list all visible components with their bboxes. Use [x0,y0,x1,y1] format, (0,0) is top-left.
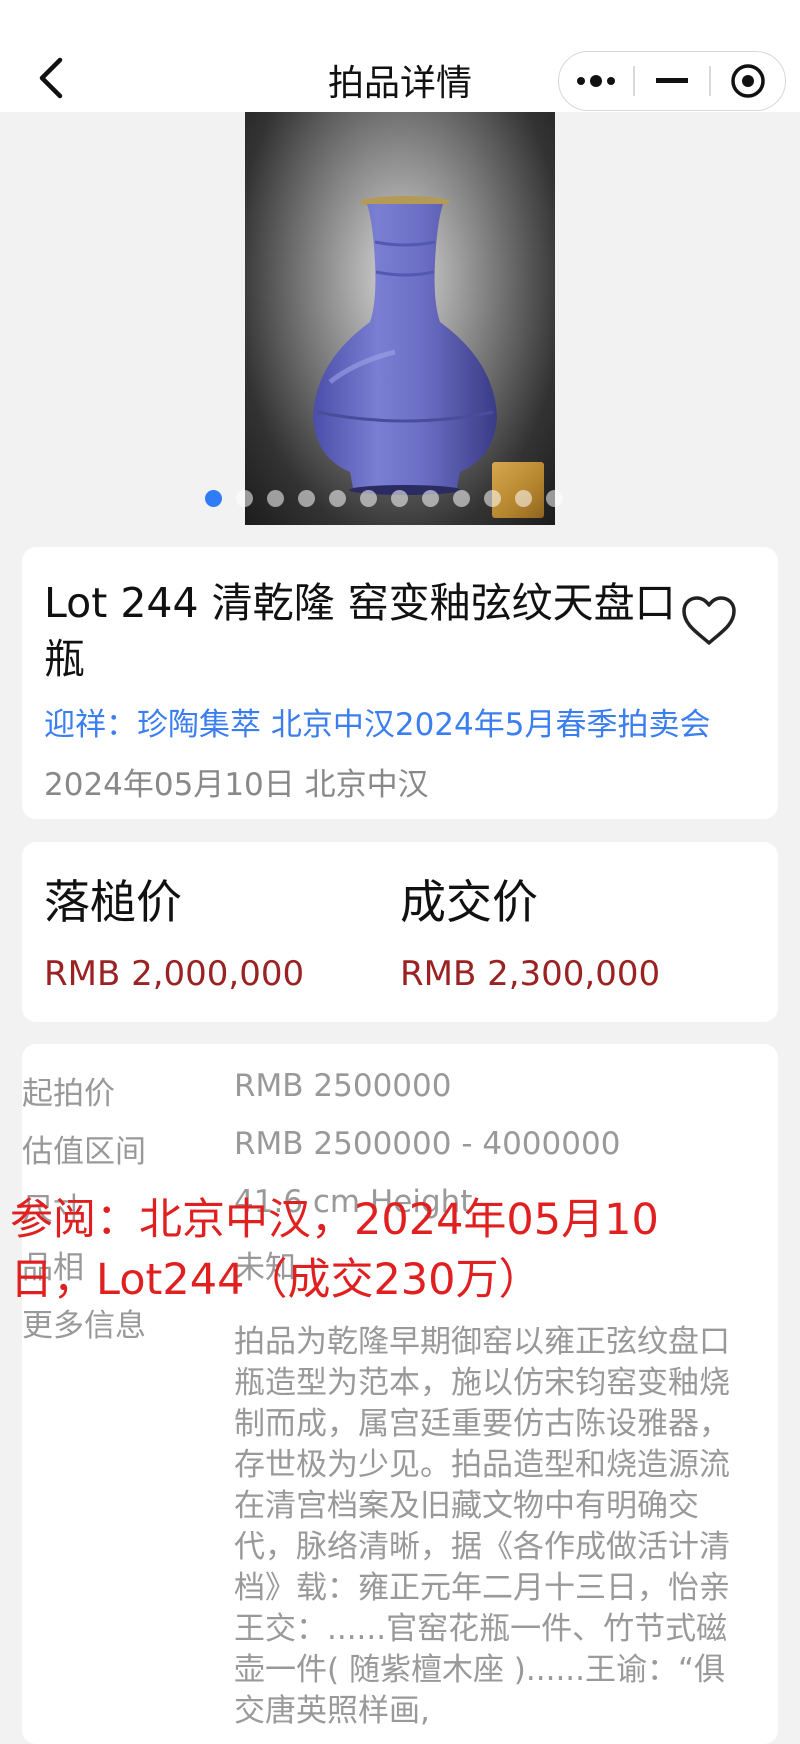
lot-title: Lot 244 清乾隆 窑变釉弦纹天盘口瓶 [44,579,676,683]
carousel-dot[interactable] [422,490,439,507]
start-price-value: RMB 2500000 [234,1068,452,1104]
reference-annotation: 参阅：北京中汉，2024年05月10日，Lot244（成交230万） [10,1195,659,1305]
more-button[interactable] [559,52,633,110]
final-price-value: RMB 2,300,000 [400,954,661,994]
close-button[interactable] [711,52,785,110]
start-price-label: 起拍价 [22,1076,115,1112]
hammer-price-value: RMB 2,000,000 [44,954,305,994]
minus-icon [655,78,688,83]
carousel-dot[interactable] [391,490,408,507]
target-close-icon [731,64,765,98]
carousel-dot[interactable] [329,490,346,507]
more-dots-icon [577,75,616,87]
estimate-value: RMB 2500000 - 4000000 [234,1126,621,1162]
carousel-dot[interactable] [236,490,253,507]
sale-link[interactable]: 迎祥：珍陶集萃 北京中汉2024年5月春季拍卖会 [44,699,710,744]
carousel-dot[interactable] [484,490,501,507]
price-card: 落槌价 RMB 2,000,000 成交价 RMB 2,300,000 [22,842,778,1022]
minimize-button[interactable] [635,52,709,110]
carousel-dot[interactable] [515,490,532,507]
carousel-dot[interactable] [360,490,377,507]
nav-bar: 拍品详情 [0,0,800,112]
final-price-label: 成交价 [400,875,538,929]
heart-icon [682,596,736,645]
hammer-price-label: 落槌价 [44,875,182,929]
carousel-dot[interactable] [546,490,563,507]
carousel-indicator [205,490,563,507]
estimate-label: 估值区间 [22,1134,146,1170]
lot-info-card: Lot 244 清乾隆 窑变釉弦纹天盘口瓶 迎祥：珍陶集萃 北京中汉2024年5… [22,547,778,819]
favorite-button[interactable] [680,595,746,661]
carousel-dot[interactable] [267,490,284,507]
more-info-text: 拍品为乾隆早期御窑以雍正弦纹盘口瓶造型为范本，施以仿宋钧窑变釉烧制而成，属宫廷重… [234,1324,730,1729]
carousel-dot[interactable] [205,490,222,507]
carousel-dot[interactable] [298,490,315,507]
mini-program-capsule [558,51,786,111]
sale-date-house: 2024年05月10日 北京中汉 [44,767,429,803]
carousel-dot[interactable] [453,490,470,507]
